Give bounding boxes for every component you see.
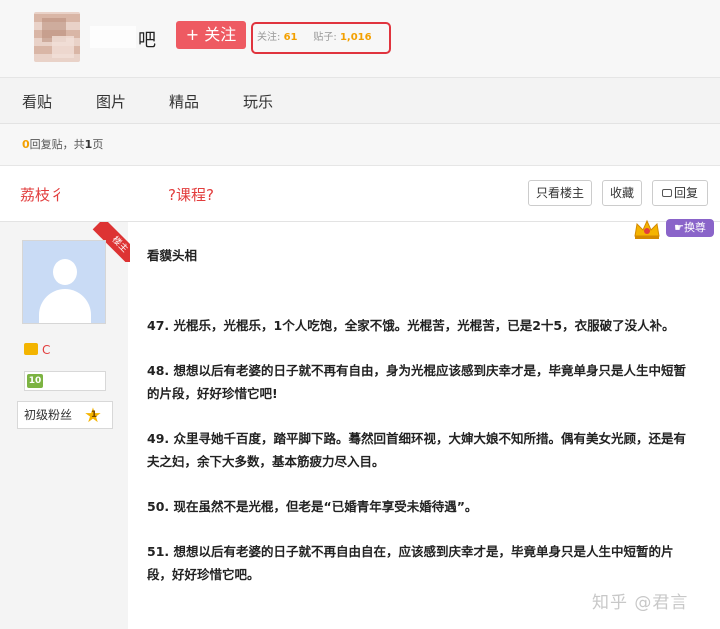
avatar-body-shape [39, 289, 91, 323]
forum-name-redacted [90, 26, 136, 48]
thread-title: 荔枝彳 [20, 186, 66, 204]
watermark: 知乎 @君言 [592, 593, 689, 613]
forum-header: 吧 + 关注 关注: 61 贴子: 1,016 [0, 0, 720, 78]
author-name-redacted [50, 343, 101, 358]
tab-posts[interactable]: 看贴 [22, 91, 52, 112]
page-suffix: 页 [92, 138, 104, 151]
comment-icon [661, 189, 672, 197]
thread-title-bar: 荔枝彳 ?课程? 只看楼主 收藏 回复 [0, 166, 720, 222]
post-content: 看貘头相 47. 光棍乐，光棍乐，1个人吃饱，全家不饿。光棍苦，光棍苦，已是2十… [147, 244, 697, 586]
reply-count: 0 [22, 138, 30, 151]
author-name-row[interactable]: C [24, 343, 101, 358]
thread-title-redacted [60, 182, 168, 204]
swap-button[interactable]: ☛换尊 [666, 219, 714, 237]
forum-name-suffix: 吧 [138, 30, 156, 51]
vip-crown-icon [24, 343, 38, 355]
follow-count-label: 关注: [257, 32, 281, 43]
forum-avatar[interactable] [34, 12, 80, 62]
post-paragraph: 50. 现在虽然不是光棍，但老是“已婚青年享受未婚待遇”。 [147, 499, 478, 514]
post-paragraph: 47. 光棍乐，光棍乐，1个人吃饱，全家不饿。光棍苦，光棍苦，已是2十5，衣服破… [147, 318, 675, 333]
post-paragraph: 48. 想想以后有老婆的日子就不再有自由，身为光棍应该感到庆幸才是，毕竟单身只是… [147, 363, 686, 401]
thread-info-bar: 0回复贴，共1页 [0, 124, 720, 166]
avatar-head-shape [53, 259, 77, 285]
reply-text: 回复贴，共 [29, 138, 85, 151]
post-paragraph: 看貘头相 [147, 248, 198, 263]
author-name: C [42, 343, 51, 357]
tab-fun[interactable]: 玩乐 [243, 91, 273, 112]
hand-icon: ☛ [674, 221, 684, 234]
reply-button-label: 回复 [673, 186, 698, 200]
author-avatar[interactable] [22, 240, 106, 324]
forum-nav: 看贴 图片 精品 玩乐 [0, 78, 720, 124]
fan-level-badge: 初级粉丝 ★ 1 [17, 401, 113, 429]
follow-button[interactable]: + 关注 [176, 21, 246, 49]
favorite-button[interactable]: 收藏 [602, 180, 642, 206]
post-paragraph: 51. 想想以后有老婆的日子就不再自由自在，应该感到庆幸才是，毕竟单身只是人生中… [147, 544, 674, 582]
star-icon: ★ 1 [84, 405, 104, 425]
crown-icon [634, 219, 660, 239]
only-op-button[interactable]: 只看楼主 [528, 180, 592, 206]
posts-count-label: 贴子: [313, 32, 337, 43]
level-number: 10 [27, 374, 43, 388]
reply-button[interactable]: 回复 [652, 180, 708, 206]
post-paragraph: 49. 众里寻她千百度，踏平脚下路。蓦然回首细环视，大婶大娘不知所措。偶有美女光… [147, 431, 686, 469]
forum-stats: 关注: 61 贴子: 1,016 [251, 22, 391, 54]
thread-title-end: ?课程? [168, 186, 214, 204]
fan-level-number: 1 [90, 410, 98, 420]
follow-count: 61 [283, 32, 298, 43]
fan-level-label: 初级粉丝 [24, 408, 73, 422]
posts-count: 1,016 [339, 32, 372, 43]
swap-button-label: 换尊 [683, 221, 706, 234]
tab-featured[interactable]: 精品 [169, 91, 199, 112]
tab-images[interactable]: 图片 [96, 91, 126, 112]
level-badge: 10 [24, 371, 106, 391]
